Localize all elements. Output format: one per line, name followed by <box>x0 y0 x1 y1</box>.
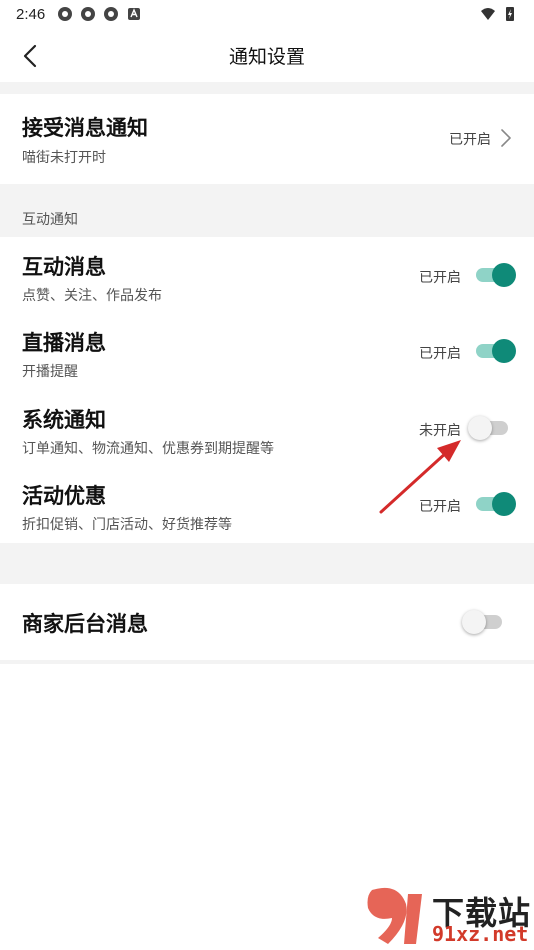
merchant-message-row: 商家后台消息 <box>0 584 534 660</box>
merchant-message-toggle[interactable] <box>462 610 504 634</box>
item-subtitle: 折扣促销、门店活动、好货推荐等 <box>22 517 232 533</box>
promotions-toggle[interactable] <box>476 492 516 516</box>
status-bar: 2:46 <box>0 0 534 28</box>
battery-charging-icon <box>506 7 514 21</box>
notification-icons <box>57 6 142 22</box>
status-time: 2:46 <box>16 5 46 23</box>
interactive-message-toggle[interactable] <box>476 263 516 287</box>
nav-bar: 通知设置 <box>0 28 534 82</box>
item-status: 已开启 <box>419 270 461 286</box>
list-item-interactive-message: 互动消息 点赞、关注、作品发布 已开启 <box>0 237 534 313</box>
chevron-left-icon <box>23 44 37 68</box>
receive-notification-subtitle: 喵街未打开时 <box>22 150 106 166</box>
chevron-right-icon <box>501 129 511 147</box>
app-notification-icon <box>128 8 141 20</box>
app-notification-icon <box>81 7 96 21</box>
live-message-toggle[interactable] <box>476 339 516 363</box>
item-title: 活动优惠 <box>22 484 106 508</box>
divider <box>0 543 534 584</box>
item-subtitle: 订单通知、物流通知、优惠券到期提醒等 <box>22 441 274 457</box>
wifi-icon <box>481 8 495 20</box>
item-title: 直播消息 <box>22 331 106 355</box>
annotation-arrow-icon <box>379 440 461 514</box>
app-notification-icon <box>104 7 119 21</box>
divider <box>0 82 534 94</box>
list-item-live-message: 直播消息 开播提醒 已开启 <box>0 313 534 389</box>
app-notification-icon <box>58 7 73 21</box>
receive-notification-title: 接受消息通知 <box>22 116 148 140</box>
back-button[interactable] <box>14 40 46 72</box>
divider <box>0 660 534 664</box>
watermark-url: 91xz.net <box>432 922 529 946</box>
item-status: 已开启 <box>419 346 461 362</box>
system-icons <box>480 6 518 22</box>
section-label-interactive: 互动通知 <box>22 212 78 228</box>
item-title: 系统通知 <box>22 408 106 432</box>
item-subtitle: 开播提醒 <box>22 364 78 380</box>
item-title: 互动消息 <box>22 255 106 279</box>
watermark-logo-icon <box>367 887 422 944</box>
receive-notification-row[interactable]: 接受消息通知 喵街未打开时 已开启 <box>0 94 534 184</box>
section-header: 互动通知 <box>0 184 534 237</box>
item-subtitle: 点赞、关注、作品发布 <box>22 288 162 304</box>
merchant-message-title: 商家后台消息 <box>22 612 148 636</box>
system-notification-toggle[interactable] <box>468 416 510 440</box>
page-title: 通知设置 <box>228 45 305 68</box>
receive-notification-status: 已开启 <box>449 132 491 148</box>
